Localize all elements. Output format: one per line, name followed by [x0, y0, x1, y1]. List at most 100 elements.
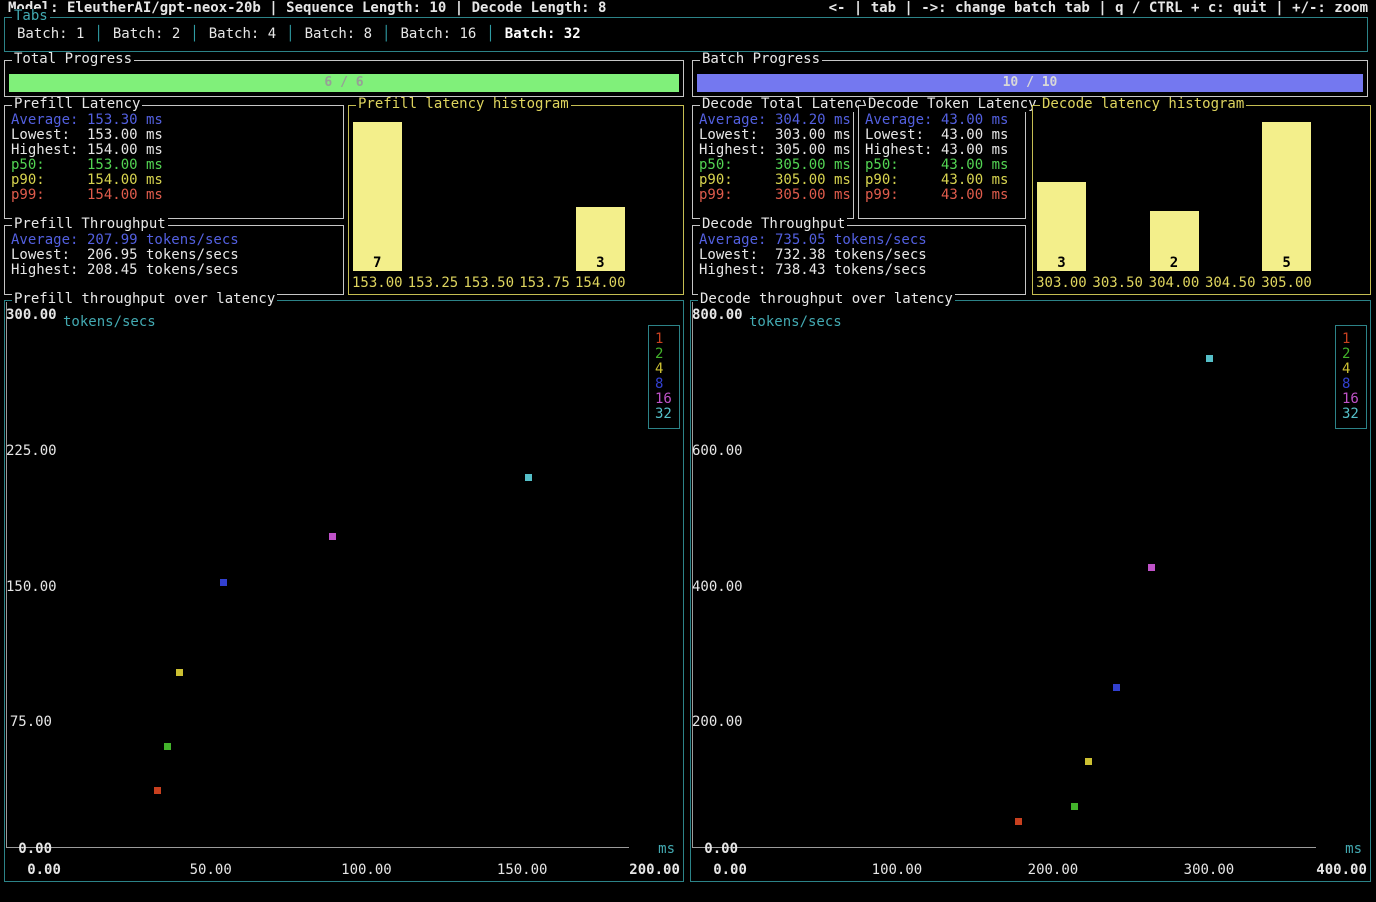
tab-batch-16[interactable]: Batch: 16: [401, 27, 477, 42]
stat-label: Highest:: [699, 143, 775, 158]
legend-box: 12481632: [648, 325, 680, 429]
stat-row: Highest:738.43 tokens/secs: [699, 263, 1023, 278]
stat-value: 43.00 ms: [941, 113, 1008, 128]
stat-row: Lowest:43.00 ms: [865, 128, 1023, 143]
stat-row: Highest:154.00 ms: [11, 143, 341, 158]
stat-label: Average:: [699, 113, 775, 128]
decode-scatter-panel: Decode throughput over latency 0.00200.0…: [690, 300, 1371, 882]
scatter-point-batch-8: [220, 579, 227, 586]
scatter-point-batch-1: [1015, 818, 1022, 825]
stat-row: p90:43.00 ms: [865, 173, 1023, 188]
y-tick-label: 0.00: [6, 842, 52, 857]
stat-value: 154.00 ms: [87, 188, 163, 203]
stat-label: Lowest:: [699, 248, 775, 263]
tab-separator: │: [94, 27, 102, 42]
stat-label: Lowest:: [699, 128, 775, 143]
histogram-x-tick: 153.50: [463, 276, 514, 291]
legend-entry-2: 2: [649, 347, 679, 362]
decode-total-latency-stats: Average:304.20 msLowest:303.00 msHighest…: [699, 113, 851, 203]
x-tick-label: 50.00: [190, 863, 232, 878]
scatter-point-batch-32: [1206, 355, 1213, 362]
scatter-point-batch-16: [1148, 564, 1155, 571]
stat-value: 738.43 tokens/secs: [775, 263, 927, 278]
decode-total-latency-title: Decode Total Latency: [700, 97, 873, 112]
stat-label: p90:: [699, 173, 775, 188]
x-tick-label: 200.00: [1028, 863, 1079, 878]
scatter-point-batch-4: [176, 669, 183, 676]
histogram-x-tick: 303.00: [1036, 276, 1087, 291]
stat-row: Lowest:732.38 tokens/secs: [699, 248, 1023, 263]
stat-label: Average:: [11, 113, 87, 128]
stat-value: 43.00 ms: [941, 188, 1008, 203]
decode-throughput-title: Decode Throughput: [700, 217, 847, 232]
scatter-point-batch-16: [329, 533, 336, 540]
legend-entry-4: 4: [1336, 362, 1366, 377]
decode-latency-histogram-panel: Decode latency histogram 3303.00303.5023…: [1032, 105, 1371, 295]
histogram-x-tick: 154.00: [575, 276, 626, 291]
x-axis-line: [6, 847, 629, 848]
stat-value: 305.00 ms: [775, 143, 851, 158]
stat-value: 153.00 ms: [87, 158, 163, 173]
stat-row: p99:154.00 ms: [11, 188, 341, 203]
y-tick-label: 0.00: [692, 842, 738, 857]
histogram-x-tick: 153.00: [352, 276, 403, 291]
x-tick-label: 200.00: [629, 863, 680, 878]
tab-batch-4[interactable]: Batch: 4: [209, 27, 276, 42]
stat-row: p50:305.00 ms: [699, 158, 851, 173]
tabs-panel: Tabs Batch: 1│Batch: 2│Batch: 4│Batch: 8…: [4, 17, 1368, 52]
scatter-point-batch-2: [1071, 803, 1078, 810]
decode-scatter-plot: 0.00200.00400.00600.00800.000.00100.0020…: [692, 302, 1369, 880]
stat-value: 304.20 ms: [775, 113, 851, 128]
legend-entry-8: 8: [649, 377, 679, 392]
legend-entry-1: 1: [649, 332, 679, 347]
y-tick-label: 400.00: [692, 580, 738, 595]
x-tick-label: 100.00: [341, 863, 392, 878]
prefill-latency-panel: Prefill Latency Average:153.30 msLowest:…: [4, 105, 344, 219]
legend-entry-16: 16: [1336, 392, 1366, 407]
prefill-throughput-stats: Average:207.99 tokens/secsLowest:206.95 …: [11, 233, 341, 278]
tabs-panel-title: Tabs: [12, 9, 50, 24]
bar-count-label: 2: [1150, 256, 1199, 271]
stat-value: 154.00 ms: [87, 143, 163, 158]
stat-label: Average:: [11, 233, 87, 248]
legend-box: 12481632: [1335, 325, 1367, 429]
stat-row: Highest:43.00 ms: [865, 143, 1023, 158]
stat-row: p50:153.00 ms: [11, 158, 341, 173]
bar-count-label: 3: [1037, 256, 1086, 271]
stat-label: Lowest:: [865, 128, 941, 143]
tui-app: { "header": { "left": "Model: EleutherAI…: [0, 0, 1376, 902]
prefill-latency-stats: Average:153.30 msLowest:153.00 msHighest…: [11, 113, 341, 203]
tab-batch-32[interactable]: Batch: 32: [505, 27, 581, 42]
y-axis-line: [692, 302, 693, 847]
stat-label: p90:: [865, 173, 941, 188]
stat-row: Highest:305.00 ms: [699, 143, 851, 158]
stat-label: Average:: [699, 233, 775, 248]
legend-entry-32: 32: [1336, 407, 1366, 422]
stat-label: Highest:: [11, 263, 87, 278]
stat-row: Highest:208.45 tokens/secs: [11, 263, 341, 278]
tab-batch-8[interactable]: Batch: 8: [305, 27, 372, 42]
prefill-throughput-panel: Prefill Throughput Average:207.99 tokens…: [4, 225, 344, 295]
decode-throughput-stats: Average:735.05 tokens/secsLowest:732.38 …: [699, 233, 1023, 278]
y-tick-label: 800.00: [692, 308, 738, 323]
y-axis-unit-label: tokens/secs: [749, 315, 842, 330]
x-axis-line: [692, 847, 1316, 848]
stat-value: 207.99 tokens/secs: [87, 233, 239, 248]
stat-label: p99:: [865, 188, 941, 203]
stat-row: p99:305.00 ms: [699, 188, 851, 203]
histogram-bar: 5: [1262, 122, 1311, 271]
stat-value: 732.38 tokens/secs: [775, 248, 927, 263]
x-tick-label: 150.00: [497, 863, 548, 878]
y-tick-label: 150.00: [6, 580, 52, 595]
stat-row: Average:207.99 tokens/secs: [11, 233, 341, 248]
batch-progress-panel: Batch Progress 10 / 10: [692, 60, 1368, 97]
stat-row: p90:305.00 ms: [699, 173, 851, 188]
prefill-throughput-title: Prefill Throughput: [12, 217, 168, 232]
legend-entry-1: 1: [1336, 332, 1366, 347]
tab-batch-2[interactable]: Batch: 2: [113, 27, 180, 42]
legend-entry-16: 16: [649, 392, 679, 407]
tab-batch-1[interactable]: Batch: 1: [17, 27, 84, 42]
y-axis-unit-label: tokens/secs: [63, 315, 156, 330]
stat-value: 43.00 ms: [941, 128, 1008, 143]
scatter-point-batch-1: [154, 787, 161, 794]
